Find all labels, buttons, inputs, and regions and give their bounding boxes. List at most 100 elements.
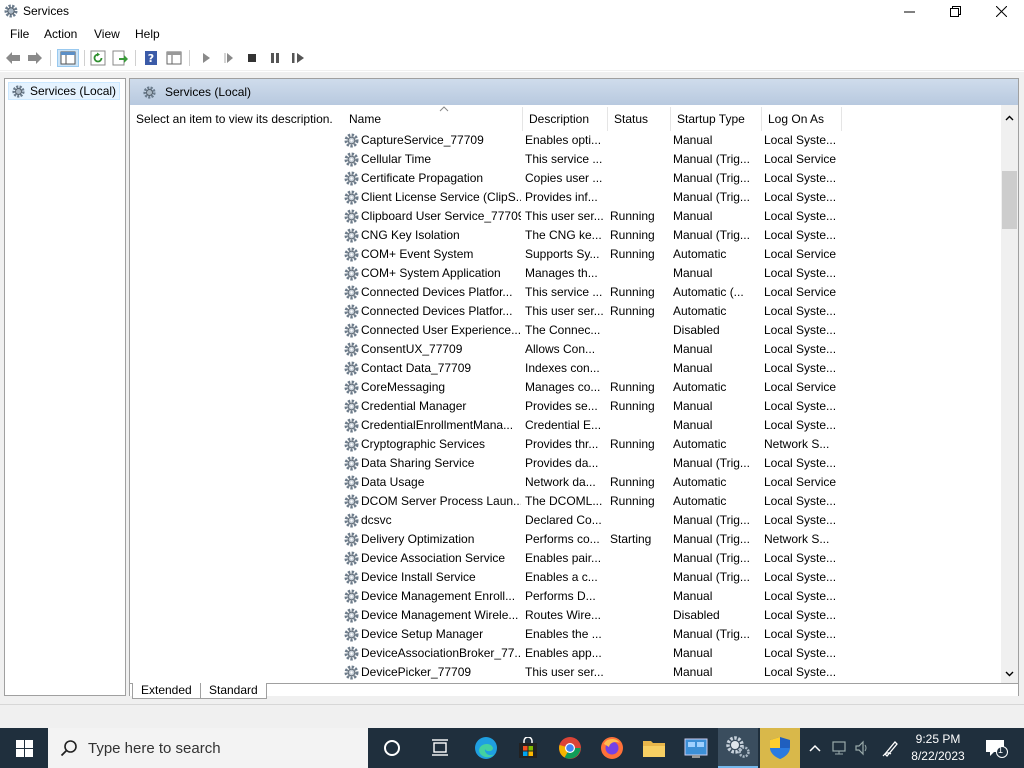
- cell-description: Manages th...: [525, 266, 598, 280]
- refresh-button[interactable]: [89, 49, 107, 67]
- taskbar-file-explorer[interactable]: [634, 728, 674, 768]
- cell-name: COM+ Event System: [361, 247, 474, 261]
- menu-action[interactable]: Action: [44, 27, 77, 41]
- taskbar-chrome[interactable]: [550, 728, 590, 768]
- service-row[interactable]: Device Association Service Enables pair..…: [333, 549, 993, 568]
- tab-extended[interactable]: Extended: [132, 683, 201, 699]
- cell-description: Indexes con...: [525, 361, 600, 375]
- vertical-scrollbar[interactable]: [1001, 105, 1018, 683]
- cell-description: This user ser...: [525, 209, 604, 223]
- service-gear-icon: [343, 265, 360, 282]
- restore-button[interactable]: [932, 0, 978, 23]
- cell-startup-type: Automatic: [673, 494, 727, 508]
- tab-standard[interactable]: Standard: [200, 683, 267, 699]
- cortana-button[interactable]: [372, 728, 412, 768]
- service-row[interactable]: Device Management Wirele... Routes Wire..…: [333, 606, 993, 625]
- taskbar-firefox[interactable]: [592, 728, 632, 768]
- cell-log-on-as: Local Syste...: [764, 171, 837, 185]
- menu-help[interactable]: Help: [135, 27, 160, 41]
- minimize-button[interactable]: [886, 0, 932, 23]
- column-header-log-on-as[interactable]: Log On As: [762, 107, 842, 131]
- service-row[interactable]: ConsentUX_77709 Allows Con... Manual Local …: [333, 340, 993, 359]
- service-row[interactable]: DevicePicker_77709 This user ser... Manual…: [333, 663, 993, 682]
- scroll-down-arrow-icon: [1005, 671, 1014, 676]
- pen-workspace-button[interactable]: [878, 728, 904, 768]
- cell-name: Device Setup Manager: [361, 627, 484, 641]
- taskbar-security-shield[interactable]: [760, 728, 800, 768]
- cell-name: Cryptographic Services: [361, 437, 486, 451]
- cell-startup-type: Manual: [673, 399, 713, 413]
- service-row[interactable]: CaptureService_77709 Enables opti... Manua…: [333, 131, 993, 150]
- service-row[interactable]: Connected User Experience... The Connec..…: [333, 321, 993, 340]
- taskbar-search-box[interactable]: Type here to search: [48, 728, 368, 768]
- show-hide-console-tree-button[interactable]: [57, 49, 79, 67]
- cell-log-on-as: Local Syste...: [764, 323, 837, 337]
- close-button[interactable]: [978, 0, 1024, 23]
- back-button[interactable]: [4, 49, 22, 67]
- service-row[interactable]: Data Usage Network da... Running Automatic L…: [333, 473, 993, 492]
- export-list-button[interactable]: [111, 49, 129, 67]
- service-row[interactable]: Device Setup Manager Enables the ... Manua…: [333, 625, 993, 644]
- service-row[interactable]: Data Sharing Service Provides da... Manual…: [333, 454, 993, 473]
- taskbar-services-active[interactable]: [718, 728, 758, 768]
- pause-service-button[interactable]: [266, 49, 284, 67]
- service-row[interactable]: dcsvc Declared Co... Manual (Trig... Local …: [333, 511, 993, 530]
- menu-view[interactable]: View: [94, 27, 120, 41]
- start-button[interactable]: [0, 728, 48, 768]
- service-row[interactable]: Credential Manager Provides se... Running M…: [333, 397, 993, 416]
- network-tray-button[interactable]: [828, 728, 850, 768]
- service-row[interactable]: Client License Service (ClipS... Provides…: [333, 188, 993, 207]
- service-row[interactable]: Connected Devices Platfor... This service…: [333, 283, 993, 302]
- stop-service-button[interactable]: [243, 49, 261, 67]
- cell-status: [610, 568, 670, 587]
- service-row[interactable]: CredentialEnrollmentMana... Credential E.…: [333, 416, 993, 435]
- cell-status: Running: [610, 285, 655, 299]
- taskbar-clock[interactable]: 9:25 PM 8/22/2023: [908, 731, 968, 765]
- task-view-button[interactable]: [420, 728, 460, 768]
- taskbar-control-panel[interactable]: [676, 728, 716, 768]
- service-row[interactable]: Cellular Time This service ... Manual (Tri…: [333, 150, 993, 169]
- cell-description: Enables app...: [525, 646, 602, 660]
- restart-service-button[interactable]: [289, 49, 307, 67]
- service-row[interactable]: CoreMessaging Manages co... Running Automat…: [333, 378, 993, 397]
- column-header-status[interactable]: Status: [608, 107, 671, 131]
- menu-file[interactable]: File: [10, 27, 29, 41]
- notification-center-button[interactable]: 1: [976, 728, 1016, 768]
- service-row[interactable]: CNG Key Isolation The CNG ke... Running Man…: [333, 226, 993, 245]
- help-button[interactable]: ?: [142, 49, 160, 67]
- volume-tray-button[interactable]: [852, 728, 874, 768]
- start-service-button[interactable]: [197, 49, 215, 67]
- cell-startup-type: Manual (Trig...: [673, 551, 750, 565]
- service-row[interactable]: Delivery Optimization Performs co... Start…: [333, 530, 993, 549]
- service-row[interactable]: Certificate Propagation Copies user ... Ma…: [333, 169, 993, 188]
- column-header-startup-type[interactable]: Startup Type: [671, 107, 762, 131]
- service-row[interactable]: Contact Data_77709 Indexes con... Manual Lo…: [333, 359, 993, 378]
- tree-item-services-local[interactable]: Services (Local): [8, 82, 121, 100]
- clock-date: 8/22/2023: [911, 749, 965, 763]
- service-row[interactable]: COM+ Event System Supports Sy... Running Au…: [333, 245, 993, 264]
- service-row[interactable]: Device Management Enroll... Performs D...…: [333, 587, 993, 606]
- scroll-thumb[interactable]: [1002, 171, 1017, 229]
- scroll-up-button[interactable]: [1001, 109, 1018, 126]
- service-row[interactable]: COM+ System Application Manages th... Manu…: [333, 264, 993, 283]
- resume-service-button[interactable]: [220, 49, 238, 67]
- column-header-name[interactable]: Name: [343, 106, 523, 131]
- service-row[interactable]: Connected Devices Platfor... This user se…: [333, 302, 993, 321]
- control-panel-icon: [684, 738, 708, 758]
- cell-name: CoreMessaging: [361, 380, 446, 394]
- column-header-description[interactable]: Description: [523, 107, 608, 131]
- service-row[interactable]: Device Install Service Enables a c... Manu…: [333, 568, 993, 587]
- service-row[interactable]: DeviceAssociationBroker_77... Enables app…: [333, 644, 993, 663]
- clock-time: 9:25 PM: [915, 732, 961, 746]
- taskbar-store[interactable]: [508, 728, 548, 768]
- taskbar-edge[interactable]: [466, 728, 506, 768]
- notification-count-badge: 1: [998, 745, 1004, 755]
- scroll-down-button[interactable]: [1001, 665, 1018, 682]
- service-row[interactable]: DCOM Server Process Laun... The DCOML... R…: [333, 492, 993, 511]
- service-row[interactable]: Clipboard User Service_77709 This user se…: [333, 207, 993, 226]
- forward-button[interactable]: [26, 49, 44, 67]
- show-hidden-icons-button[interactable]: [804, 728, 826, 768]
- properties-button[interactable]: [165, 49, 183, 67]
- cell-status: [610, 131, 670, 150]
- service-row[interactable]: Cryptographic Services Provides thr... Run…: [333, 435, 993, 454]
